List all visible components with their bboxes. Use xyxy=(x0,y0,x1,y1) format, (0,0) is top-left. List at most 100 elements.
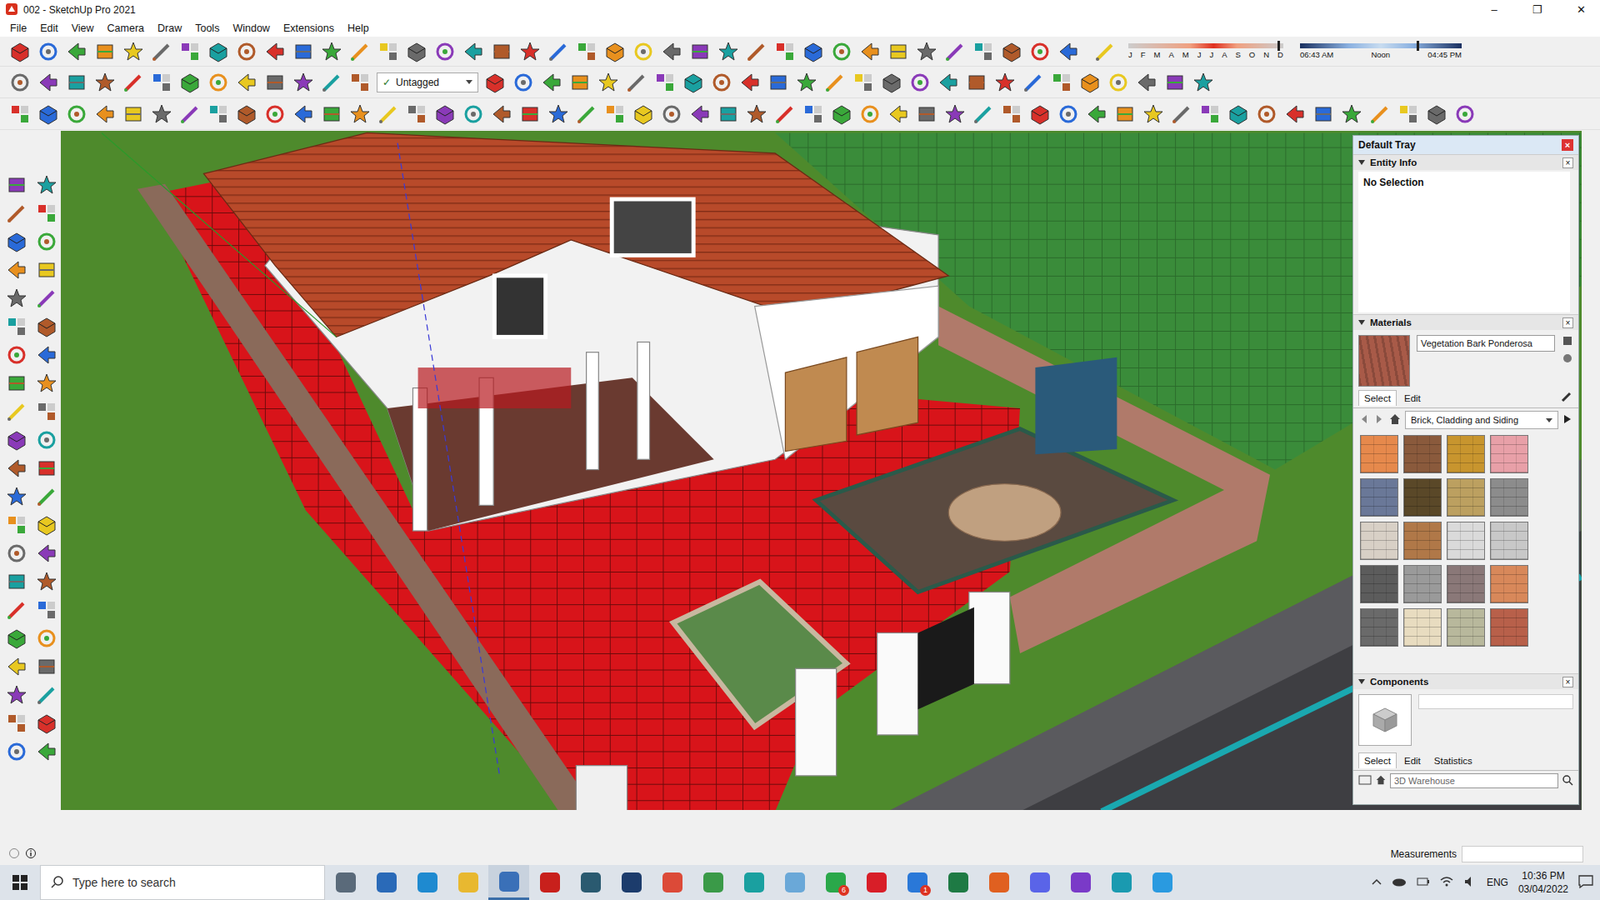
tool-icon[interactable] xyxy=(1028,102,1052,126)
tool-icon[interactable] xyxy=(35,201,59,225)
material-swatch[interactable] xyxy=(1490,478,1529,517)
tool-icon[interactable] xyxy=(35,258,59,282)
tool-icon[interactable] xyxy=(206,40,230,64)
tool-icon[interactable] xyxy=(291,70,315,95)
taskbar-app[interactable] xyxy=(610,865,652,900)
tool-icon[interactable] xyxy=(35,570,59,594)
warehouse-search[interactable]: 3D Warehouse xyxy=(1390,773,1559,789)
display-icon[interactable] xyxy=(1561,335,1574,350)
tool-icon[interactable] xyxy=(35,230,59,254)
date-slider[interactable]: JFMAMJJASOND xyxy=(1128,43,1284,60)
tool-icon[interactable] xyxy=(35,740,59,764)
material-swatch[interactable] xyxy=(1446,478,1485,517)
tool-icon[interactable] xyxy=(35,371,59,395)
material-swatch[interactable] xyxy=(1360,521,1399,560)
tool-icon[interactable] xyxy=(35,315,59,339)
tool-icon[interactable] xyxy=(631,102,655,126)
taskbar-app[interactable]: 1 xyxy=(896,865,938,900)
tool-icon[interactable] xyxy=(433,102,457,126)
tool-icon[interactable] xyxy=(1311,102,1335,126)
tool-icon[interactable] xyxy=(35,513,59,537)
tool-icon[interactable] xyxy=(433,40,457,64)
tool-icon[interactable] xyxy=(653,70,677,95)
material-swatch[interactable] xyxy=(1360,435,1399,474)
taskbar-app[interactable] xyxy=(978,865,1020,900)
search-icon[interactable] xyxy=(1561,774,1574,789)
tool-icon[interactable] xyxy=(235,102,259,126)
material-swatch[interactable] xyxy=(1446,435,1485,474)
tool-icon[interactable] xyxy=(150,40,174,64)
tool-icon[interactable] xyxy=(5,173,29,197)
tool-icon[interactable] xyxy=(5,541,29,565)
tool-icon[interactable] xyxy=(943,40,967,64)
tool-icon[interactable] xyxy=(1453,102,1477,126)
cloud-icon[interactable] xyxy=(1391,876,1407,890)
menu-item[interactable]: View xyxy=(65,20,101,36)
home-icon[interactable] xyxy=(1375,774,1387,789)
tool-icon[interactable] xyxy=(936,70,960,95)
tool-icon[interactable] xyxy=(1425,102,1449,126)
create-material-icon[interactable] xyxy=(1561,352,1574,367)
tool-icon[interactable] xyxy=(1170,102,1194,126)
taskbar-app[interactable] xyxy=(692,865,734,900)
tool-icon[interactable] xyxy=(908,70,932,95)
tool-icon[interactable] xyxy=(851,70,875,95)
tool-icon[interactable] xyxy=(518,102,542,126)
tool-icon[interactable] xyxy=(65,70,89,95)
tool-icon[interactable] xyxy=(5,428,29,452)
tool-icon[interactable] xyxy=(348,40,372,64)
tool-icon[interactable] xyxy=(35,655,59,679)
tool-icon[interactable] xyxy=(1056,40,1080,64)
section-close[interactable]: × xyxy=(1562,676,1574,688)
tool-icon[interactable] xyxy=(35,173,59,197)
tool-icon[interactable] xyxy=(993,70,1017,95)
tool-icon[interactable] xyxy=(795,70,819,95)
taskbar-app[interactable] xyxy=(447,865,489,900)
tool-icon[interactable] xyxy=(575,40,599,64)
tool-icon[interactable] xyxy=(36,70,60,95)
tool-icon[interactable] xyxy=(1283,102,1307,126)
tool-icon[interactable] xyxy=(93,102,117,126)
view-options-icon[interactable] xyxy=(1358,774,1372,789)
tool-icon[interactable] xyxy=(688,40,712,64)
tool-icon[interactable] xyxy=(858,102,882,126)
measurements-field[interactable] xyxy=(1461,845,1584,863)
tool-icon[interactable] xyxy=(1050,70,1074,95)
tab[interactable]: Edit xyxy=(1398,752,1427,769)
tool-icon[interactable] xyxy=(461,102,485,126)
tool-icon[interactable] xyxy=(1135,70,1159,95)
material-name-field[interactable]: Vegetation Bark Ponderosa xyxy=(1416,335,1555,352)
tool-icon[interactable] xyxy=(943,102,967,126)
material-swatch[interactable] xyxy=(1403,521,1442,560)
tool-icon[interactable] xyxy=(405,102,429,126)
window-control[interactable]: ✕ xyxy=(1561,0,1600,20)
windows-start-icon[interactable] xyxy=(0,865,40,900)
tool-icon[interactable] xyxy=(8,102,32,126)
taskbar-app[interactable]: 6 xyxy=(815,865,856,900)
material-swatch[interactable] xyxy=(1490,565,1529,604)
tool-icon[interactable] xyxy=(688,102,712,126)
tool-icon[interactable] xyxy=(35,400,59,424)
tool-icon[interactable] xyxy=(880,70,904,95)
tool-icon[interactable] xyxy=(93,70,117,95)
tool-icon[interactable] xyxy=(150,70,174,95)
tool-icon[interactable] xyxy=(716,40,740,64)
tool-icon[interactable] xyxy=(1340,102,1364,126)
tool-icon[interactable] xyxy=(5,230,29,254)
tool-icon[interactable] xyxy=(490,40,514,64)
taskbar-app[interactable] xyxy=(1141,865,1183,900)
tool-icon[interactable] xyxy=(5,456,29,480)
tool-icon[interactable] xyxy=(886,40,910,64)
tool-icon[interactable] xyxy=(830,102,854,126)
tool-icon[interactable] xyxy=(823,70,847,95)
tool-icon[interactable] xyxy=(320,102,344,126)
tool-icon[interactable] xyxy=(1078,70,1102,95)
tool-icon[interactable] xyxy=(348,70,372,95)
tool-icon[interactable] xyxy=(1198,102,1222,126)
menu-item[interactable]: File xyxy=(3,20,34,36)
tool-icon[interactable] xyxy=(5,286,29,310)
tab[interactable]: Select xyxy=(1358,752,1397,769)
material-swatch[interactable] xyxy=(1403,608,1442,647)
menu-item[interactable]: Tools xyxy=(188,20,226,36)
clock[interactable]: 10:36 PM03/04/2022 xyxy=(1518,869,1569,896)
